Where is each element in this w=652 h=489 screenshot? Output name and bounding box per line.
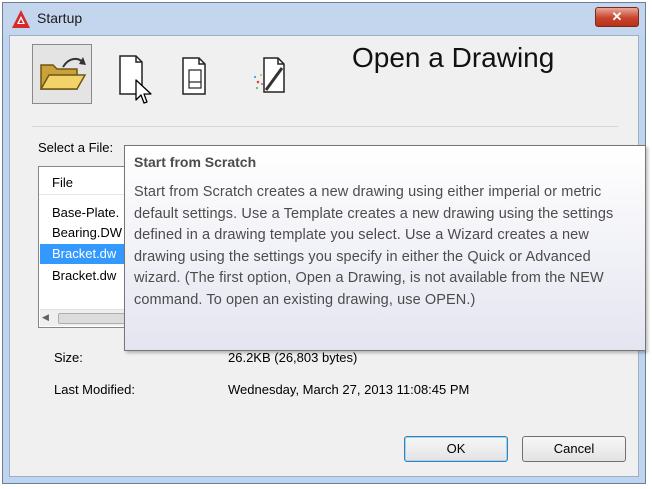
tooltip: Start from Scratch Start from Scratch cr… bbox=[124, 145, 646, 351]
title-bar[interactable]: Startup ✕ bbox=[3, 3, 645, 35]
list-item[interactable]: Base-Plate. bbox=[40, 203, 133, 223]
page-heading: Open a Drawing bbox=[352, 42, 555, 73]
file-list[interactable]: File Base-Plate. Bearing.DW Bracket.dw B… bbox=[38, 166, 134, 328]
last-modified-value: Wednesday, March 27, 2013 11:08:45 PM bbox=[228, 382, 470, 397]
mouse-cursor-icon bbox=[135, 79, 152, 104]
scroll-left-icon[interactable]: ◀ bbox=[42, 312, 49, 323]
last-modified-label: Last Modified: bbox=[54, 382, 135, 397]
ok-button[interactable]: OK bbox=[404, 436, 508, 462]
size-label: Size: bbox=[54, 350, 83, 365]
tooltip-body: Start from Scratch creates a new drawing… bbox=[134, 184, 614, 308]
column-header-file[interactable]: File bbox=[39, 167, 133, 195]
size-value: 26.2KB (26,803 bytes) bbox=[228, 350, 358, 365]
wizard-icon bbox=[253, 57, 285, 93]
use-template-button[interactable] bbox=[165, 44, 225, 104]
use-wizard-button[interactable] bbox=[238, 44, 298, 104]
select-file-label: Select a File: bbox=[38, 140, 114, 155]
tooltip-title: Start from Scratch bbox=[134, 154, 257, 170]
list-item[interactable]: Bracket.dw bbox=[40, 266, 133, 286]
autocad-app-icon bbox=[12, 10, 30, 28]
horizontal-scrollbar[interactable]: ◀ bbox=[40, 309, 132, 326]
cancel-button[interactable]: Cancel bbox=[522, 436, 626, 462]
scroll-thumb[interactable] bbox=[58, 313, 128, 324]
open-drawing-button[interactable] bbox=[32, 44, 92, 104]
list-item[interactable]: Bracket.dw bbox=[40, 244, 133, 264]
window-title: Startup bbox=[37, 10, 83, 26]
close-button[interactable]: ✕ bbox=[595, 7, 639, 27]
template-page-icon bbox=[182, 57, 206, 95]
list-item[interactable]: Bearing.DW bbox=[40, 223, 133, 243]
open-folder-icon bbox=[39, 57, 87, 90]
